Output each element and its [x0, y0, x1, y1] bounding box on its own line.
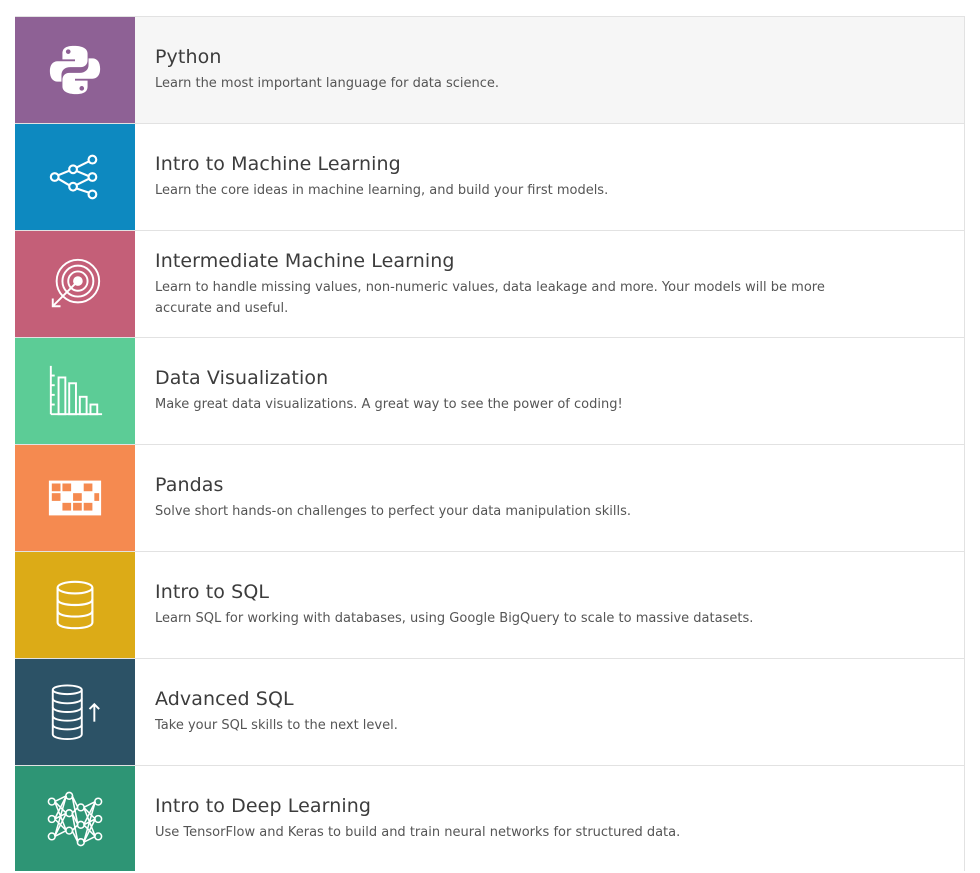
- course-row-intermediate-ml[interactable]: Intermediate Machine Learning Learn to h…: [15, 230, 965, 337]
- target-arrow-icon: [51, 258, 101, 308]
- course-description: Learn SQL for working with databases, us…: [155, 611, 754, 626]
- course-description: Learn to handle missing values, non-nume…: [155, 279, 825, 316]
- course-icon-tile: [15, 552, 135, 658]
- course-icon-tile: [15, 445, 135, 551]
- course-text: Intermediate Machine Learning Learn to h…: [135, 231, 964, 337]
- course-list: Python Learn the most important language…: [15, 16, 965, 871]
- course-row-advanced-sql[interactable]: Advanced SQL Take your SQL skills to the…: [15, 658, 965, 765]
- course-text: Intro to Machine Learning Learn the core…: [135, 124, 964, 230]
- course-icon-tile: [15, 124, 135, 230]
- course-text: Data Visualization Make great data visua…: [135, 338, 964, 444]
- course-row-intro-deep-learning[interactable]: Intro to Deep Learning Use TensorFlow an…: [15, 765, 965, 871]
- database-icon: [56, 580, 94, 630]
- course-title[interactable]: Intermediate Machine Learning: [155, 250, 844, 272]
- grid-table-icon: [48, 480, 102, 516]
- course-row-python[interactable]: Python Learn the most important language…: [15, 16, 965, 123]
- network-nodes-icon: [49, 154, 98, 200]
- course-title[interactable]: Intro to Machine Learning: [155, 153, 844, 175]
- course-description: Take your SQL skills to the next level.: [155, 718, 398, 733]
- course-text: Advanced SQL Take your SQL skills to the…: [135, 659, 964, 765]
- course-description: Solve short hands-on challenges to perfe…: [155, 504, 632, 519]
- course-title[interactable]: Python: [155, 46, 844, 68]
- course-description: Use TensorFlow and Keras to build and tr…: [155, 824, 681, 840]
- neural-network-icon: [47, 791, 103, 846]
- python-logo-icon: [49, 45, 101, 95]
- course-row-data-visualization[interactable]: Data Visualization Make great data visua…: [15, 337, 965, 444]
- course-icon-tile: [15, 766, 135, 871]
- course-description: Learn the most important language for da…: [155, 76, 500, 91]
- course-title[interactable]: Intro to Deep Learning: [155, 795, 844, 817]
- course-text: Python Learn the most important language…: [135, 17, 964, 123]
- course-text: Pandas Solve short hands-on challenges t…: [135, 445, 964, 551]
- course-row-intro-ml[interactable]: Intro to Machine Learning Learn the core…: [15, 123, 965, 230]
- course-title[interactable]: Pandas: [155, 474, 844, 496]
- course-description: Learn the core ideas in machine learning…: [155, 183, 609, 198]
- course-text: Intro to Deep Learning Use TensorFlow an…: [135, 766, 964, 871]
- course-icon-tile: [15, 659, 135, 765]
- database-arrow-up-icon: [51, 684, 100, 741]
- course-icon-tile: [15, 17, 135, 123]
- course-text: Intro to SQL Learn SQL for working with …: [135, 552, 964, 658]
- course-description: Make great data visualizations. A great …: [155, 397, 623, 412]
- course-icon-tile: [15, 231, 135, 337]
- course-title[interactable]: Advanced SQL: [155, 688, 844, 710]
- course-title[interactable]: Intro to SQL: [155, 581, 844, 603]
- course-icon-tile: [15, 338, 135, 444]
- course-title[interactable]: Data Visualization: [155, 367, 844, 389]
- course-row-pandas[interactable]: Pandas Solve short hands-on challenges t…: [15, 444, 965, 551]
- course-row-intro-sql[interactable]: Intro to SQL Learn SQL for working with …: [15, 551, 965, 658]
- bar-chart-icon: [49, 365, 103, 416]
